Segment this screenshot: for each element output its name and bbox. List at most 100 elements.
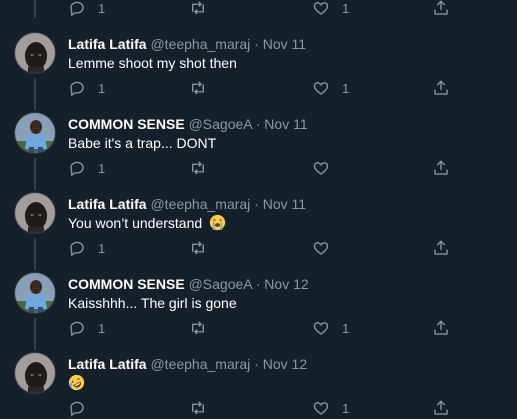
like-button[interactable]: 1 — [312, 0, 349, 18]
like-count: 1 — [342, 400, 350, 416]
separator-dot: · — [255, 116, 261, 132]
tweet-actions: 1 1 — [68, 0, 508, 18]
separator-dot: · — [254, 356, 259, 372]
reply-button[interactable] — [68, 398, 98, 418]
tweet-text: Babe it's a trap... DONT — [68, 135, 217, 151]
reply-button[interactable]: 1 — [68, 238, 105, 258]
separator-dot: · — [254, 196, 259, 212]
tweet[interactable]: COMMON SENSE @SagoeA · Nov 11 Babe it's … — [0, 110, 517, 190]
retweet-button[interactable] — [188, 78, 220, 98]
author-name[interactable]: Latifa Latifa — [68, 196, 147, 212]
thread-line — [34, 0, 36, 18]
share-button[interactable] — [432, 78, 450, 98]
reply-button[interactable]: 1 — [68, 158, 105, 178]
avatar[interactable] — [14, 192, 56, 234]
tweet-actions: 1 1 — [68, 78, 508, 98]
separator-dot: · — [254, 36, 259, 52]
author-name[interactable]: COMMON SENSE — [68, 276, 185, 292]
heart-icon — [313, 2, 329, 15]
tweet-text: You won’t understand — [68, 215, 203, 231]
avatar[interactable] — [14, 352, 56, 394]
reply-icon — [70, 321, 84, 337]
share-button[interactable] — [432, 158, 450, 178]
share-button[interactable] — [432, 318, 450, 338]
reply-icon — [70, 401, 84, 417]
tweet-body — [68, 374, 85, 395]
tweet[interactable]: Latifa Latifa @teepha_maraj · Nov 11 You… — [0, 190, 517, 270]
like-button[interactable]: 1 — [312, 398, 349, 418]
reply-icon — [70, 1, 84, 17]
author-handle[interactable]: @SagoeA — [189, 276, 252, 292]
retweet-icon — [192, 81, 204, 95]
tweet-date[interactable]: Nov 12 — [263, 356, 307, 372]
share-icon — [434, 400, 448, 415]
tweet[interactable]: Latifa Latifa @teepha_maraj · Nov 12 1 — [0, 350, 517, 419]
like-count: 1 — [342, 320, 350, 336]
reply-count: 1 — [98, 240, 106, 256]
reply-count: 1 — [98, 0, 106, 16]
tweet-text: Lemme shoot my shot then — [68, 55, 237, 71]
tweet-actions: 1 — [68, 158, 508, 178]
heart-icon — [313, 82, 329, 95]
like-button[interactable]: 1 — [312, 318, 349, 338]
retweet-button[interactable] — [188, 0, 208, 18]
heart-icon — [313, 242, 329, 255]
like-count: 1 — [342, 80, 350, 96]
thread-line — [34, 318, 36, 350]
loudly-crying-face-icon — [209, 214, 226, 235]
avatar[interactable] — [14, 32, 56, 74]
tweet-actions: 1 1 — [68, 318, 508, 338]
reply-button[interactable]: 1 — [68, 0, 105, 18]
author-name[interactable]: Latifa Latifa — [68, 36, 147, 52]
author-handle[interactable]: @teepha_maraj — [150, 356, 250, 372]
like-button[interactable] — [312, 158, 342, 178]
retweet-button[interactable] — [188, 318, 220, 338]
thread-line — [34, 238, 36, 270]
retweet-button[interactable] — [188, 158, 220, 178]
share-button[interactable] — [432, 238, 450, 258]
separator-dot: · — [255, 276, 261, 292]
retweet-button[interactable] — [188, 238, 220, 258]
reply-button[interactable]: 1 — [68, 318, 105, 338]
like-button[interactable] — [312, 238, 342, 258]
avatar[interactable] — [14, 272, 56, 314]
retweet-icon — [192, 241, 204, 255]
retweet-icon — [192, 321, 204, 335]
reply-icon — [70, 161, 84, 177]
reply-icon — [70, 81, 84, 97]
reply-count: 1 — [98, 160, 106, 176]
author-handle[interactable]: @teepha_maraj — [150, 36, 250, 52]
reply-icon — [70, 241, 84, 257]
reply-count: 1 — [98, 80, 106, 96]
tweet-body: You won’t understand — [68, 214, 226, 235]
author-handle[interactable]: @teepha_maraj — [150, 196, 250, 212]
tweet-text: Kaisshhh... The girl is gone — [68, 295, 237, 311]
like-count: 1 — [342, 0, 350, 16]
author-name[interactable]: Latifa Latifa — [68, 356, 147, 372]
share-icon — [434, 80, 448, 95]
tweet-date[interactable]: Nov 11 — [263, 196, 306, 212]
tweet-date[interactable]: Nov 11 — [263, 36, 306, 52]
retweet-button[interactable] — [188, 398, 220, 418]
heart-icon — [313, 402, 329, 415]
share-button[interactable] — [432, 0, 450, 18]
share-icon — [434, 320, 448, 335]
tweet-date[interactable]: Nov 11 — [264, 116, 307, 132]
like-button[interactable]: 1 — [312, 78, 349, 98]
author-name[interactable]: COMMON SENSE — [68, 116, 185, 132]
thread-line — [34, 78, 36, 110]
avatar[interactable] — [14, 112, 56, 154]
share-icon — [434, 0, 448, 15]
tweet[interactable]: Latifa Latifa @teepha_maraj · Nov 11 Lem… — [0, 30, 517, 110]
share-button[interactable] — [432, 398, 450, 418]
retweet-icon — [192, 161, 204, 175]
author-handle[interactable]: @SagoeA — [189, 116, 252, 132]
share-icon — [434, 160, 448, 175]
heart-icon — [313, 162, 329, 175]
share-icon — [434, 240, 448, 255]
retweet-icon — [192, 401, 204, 415]
tweet[interactable]: COMMON SENSE @SagoeA · Nov 12 Kaisshhh..… — [0, 270, 517, 350]
retweet-icon — [192, 1, 204, 15]
reply-button[interactable]: 1 — [68, 78, 105, 98]
tweet-date[interactable]: Nov 12 — [264, 276, 308, 292]
